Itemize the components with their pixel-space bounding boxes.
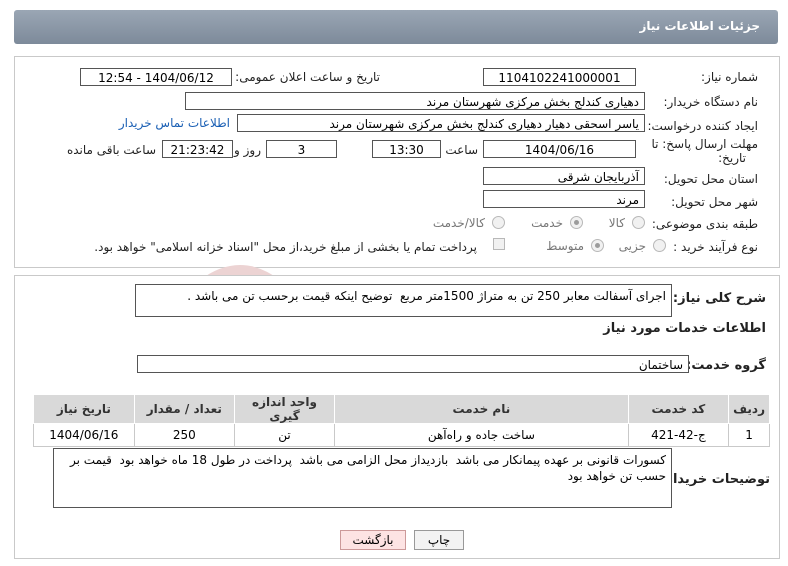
remaining-time-field: 21:23:42 (162, 140, 233, 158)
category-service-label: خدمت (531, 216, 563, 230)
services-table: ردیف کد خدمت نام خدمت واحد اندازه گیری ت… (33, 394, 770, 447)
process-medium-label: متوسط (546, 239, 584, 253)
process-minor-radio[interactable] (653, 239, 666, 252)
city-field: مرند (483, 190, 645, 208)
need-info-panel (14, 56, 780, 268)
treasury-payment-checkbox[interactable] (493, 238, 505, 250)
cell-quantity: 250 (133, 423, 235, 447)
cell-row: 1 (728, 423, 770, 447)
col-quantity: تعداد / مقدار (133, 394, 235, 424)
buyer-notes-textarea[interactable]: کسورات قانونی بر عهده پیمانکار می باشد ب… (53, 448, 672, 508)
buyer-org-label: نام دستگاه خریدار: (663, 95, 759, 109)
need-number-label: شماره نیاز: (701, 70, 758, 84)
process-minor-label: جزیی (618, 239, 646, 253)
deadline-time-label: ساعت (445, 143, 478, 157)
description-textarea[interactable]: اجرای آسفالت معابر 250 تن به متراژ 1500م… (135, 284, 672, 317)
cell-service-name: ساخت جاده و راه‌آهن (334, 423, 629, 447)
deadline-label-2: تاریخ: (718, 151, 746, 165)
table-row: 1 ج-42-421 ساخت جاده و راه‌آهن تن 250 14… (33, 423, 770, 447)
category-service-radio[interactable] (570, 216, 583, 229)
process-label: نوع فرآیند خرید : (673, 240, 758, 254)
announce-field: 1404/06/12 - 12:54 (80, 68, 232, 86)
buyer-org-field: دهیاری کندلج بخش مرکزی شهرستان مرند (185, 92, 645, 110)
service-group-label: گروه خدمت: (686, 358, 766, 373)
days-remaining-field: 3 (266, 140, 337, 158)
services-table-header: ردیف کد خدمت نام خدمت واحد اندازه گیری ت… (33, 394, 770, 424)
announce-label: تاریخ و ساعت اعلان عمومی: (235, 70, 380, 84)
category-goods-radio[interactable] (632, 216, 645, 229)
col-service-name: نام خدمت (334, 394, 629, 424)
back-button[interactable]: بازگشت (340, 530, 406, 550)
page-header: جزئیات اطلاعات نیاز (14, 10, 778, 44)
category-goods-label: کالا (608, 216, 625, 230)
province-field: آذربایجان شرقی (483, 167, 645, 185)
cell-unit: تن (233, 423, 336, 447)
buyer-contact-link[interactable]: اطلاعات تماس خریدار (119, 116, 230, 130)
days-label: روز و (234, 143, 261, 157)
description-label: شرح کلی نیاز: (672, 291, 766, 306)
deadline-time-field: 13:30 (372, 140, 441, 158)
deadline-date-field: 1404/06/16 (483, 140, 636, 158)
remaining-time-label: ساعت باقی مانده (66, 143, 156, 157)
print-button[interactable]: چاپ (414, 530, 464, 550)
deadline-label: مهلت ارسال پاسخ: تا (651, 137, 758, 151)
category-goods-service-label: کالا/خدمت (432, 216, 485, 230)
process-medium-radio[interactable] (591, 239, 604, 252)
creator-field: یاسر اسحقی دهیار دهیاری کندلج بخش مرکزی … (237, 114, 645, 132)
page-title: جزئیات اطلاعات نیاز (639, 19, 760, 33)
cell-need-date: 1404/06/16 (33, 423, 135, 447)
service-group-field: ساختمان (137, 355, 689, 373)
col-unit: واحد اندازه گیری (233, 394, 336, 424)
services-section-title: اطلاعات خدمات مورد نیاز (603, 321, 766, 336)
creator-label: ایجاد کننده درخواست: (647, 119, 758, 133)
category-goods-service-radio[interactable] (492, 216, 505, 229)
need-number-field: 1104102241000001 (483, 68, 636, 86)
col-need-date: تاریخ نیاز (33, 394, 135, 424)
buyer-notes-label: توضیحات خریدار: (660, 472, 770, 487)
col-service-code: کد خدمت (627, 394, 730, 424)
city-label: شهر محل تحویل: (671, 195, 758, 209)
cell-service-code: ج-42-421 (627, 423, 730, 447)
category-label: طبقه بندی موضوعی: (651, 217, 758, 231)
province-label: استان محل تحویل: (663, 172, 758, 186)
col-row: ردیف (728, 394, 770, 424)
treasury-payment-note: پرداخت تمام یا بخشی از مبلغ خرید،از محل … (94, 240, 477, 254)
